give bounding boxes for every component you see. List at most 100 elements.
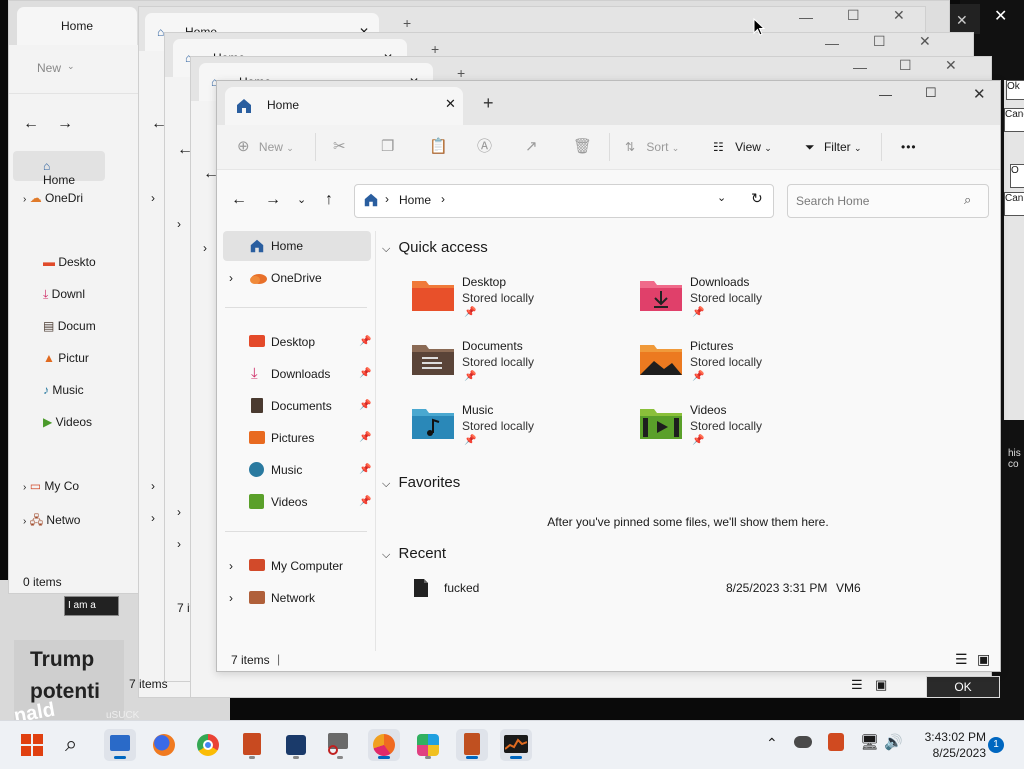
back-3-minimize-icon[interactable]: —: [825, 35, 839, 51]
breadcrumb-chevron-icon[interactable]: ›: [441, 192, 445, 206]
quick-access-item-pictures[interactable]: Pictures Stored locally 📌: [640, 335, 860, 395]
back-1-new-button[interactable]: New: [37, 61, 61, 75]
sidebar-item-documents[interactable]: Documents 📌: [223, 391, 371, 421]
recent-locations-icon[interactable]: ⌄: [297, 193, 306, 206]
new-button[interactable]: ⊕ New ⌄: [237, 137, 294, 157]
back-1-sidebar-home[interactable]: ⌂ Home: [43, 159, 75, 187]
quick-access-item-music[interactable]: Music Stored locally 📌: [412, 399, 632, 459]
refresh-icon[interactable]: ↻: [751, 190, 763, 207]
expand-chevron-icon[interactable]: ›: [229, 263, 233, 293]
sidebar-item-home[interactable]: Home: [223, 231, 371, 261]
up-icon[interactable]: ↑: [325, 191, 333, 209]
back-2-close-icon[interactable]: ✕: [893, 7, 905, 24]
sort-button[interactable]: ⇅ Sort ⌄: [625, 137, 679, 157]
pin-icon[interactable]: 📌: [359, 391, 371, 421]
sidebar-item-music[interactable]: Music 📌: [223, 455, 371, 485]
back-3-chevron-a[interactable]: ›: [177, 217, 181, 231]
back-4-tiles-view-icon[interactable]: ▣: [875, 677, 887, 693]
back-2-chevron-c[interactable]: ›: [151, 511, 155, 525]
sidebar-item-videos[interactable]: Videos 📌: [223, 487, 371, 517]
back-1-sidebar-desktop[interactable]: ▬ Deskto: [43, 255, 96, 269]
back-3-chevron-b[interactable]: ›: [177, 505, 181, 519]
view-button[interactable]: ☷ View ⌄: [713, 137, 772, 157]
dark-band-close-icon[interactable]: ✕: [956, 12, 968, 29]
maximize-icon[interactable]: ☐: [925, 85, 937, 101]
back-2-minimize-icon[interactable]: —: [799, 9, 813, 25]
right-ok-button[interactable]: Ok: [1006, 80, 1024, 100]
sidebar-item-downloads[interactable]: ⤓ Downloads 📌: [223, 359, 371, 389]
back-4-newtab-icon[interactable]: +: [457, 65, 465, 81]
back-1-sidebar-network[interactable]: › 🖧 Netwo: [23, 511, 80, 532]
delete-icon[interactable]: 🗑: [573, 137, 592, 157]
address-bar[interactable]: › Home › ⌄ ↻: [354, 184, 774, 218]
taskbar-edge[interactable]: [368, 729, 400, 761]
back-4-details-view-icon[interactable]: ☰: [851, 677, 863, 693]
back-2-maximize-icon[interactable]: ☐: [847, 7, 860, 24]
back-3-close-icon[interactable]: ✕: [919, 33, 931, 50]
back-4-maximize-icon[interactable]: ☐: [899, 57, 912, 74]
details-view-icon[interactable]: ☰: [955, 651, 968, 668]
pin-icon[interactable]: 📌: [359, 359, 371, 389]
taskbar-calculator[interactable]: [456, 729, 488, 761]
taskbar-firefox[interactable]: [148, 729, 180, 761]
quick-access-item-downloads[interactable]: Downloads Stored locally 📌: [640, 271, 860, 331]
start-button[interactable]: [16, 729, 48, 761]
taskbar-file-explorer[interactable]: [104, 729, 136, 761]
dialog-ok-button[interactable]: OK: [926, 676, 1000, 698]
top-right-close-icon[interactable]: ✕: [994, 6, 1007, 26]
recent-header[interactable]: ⌵ Recent: [382, 545, 446, 562]
cut-icon[interactable]: ✂: [333, 137, 346, 157]
paste-icon[interactable]: 📋: [429, 137, 448, 157]
share-icon[interactable]: ↗: [525, 137, 538, 157]
search-input[interactable]: Search Home: [796, 194, 869, 208]
back-1-sidebar-onedrive[interactable]: › ☁ OneDri: [23, 191, 83, 205]
main-tab-close-icon[interactable]: ✕: [445, 96, 456, 112]
back-1-sidebar-downloads[interactable]: ⤓ Downl: [43, 287, 85, 302]
quick-access-item-desktop[interactable]: Desktop Stored locally 📌: [412, 271, 632, 331]
back-2-newtab-icon[interactable]: +: [403, 15, 411, 31]
security-tray-icon[interactable]: [828, 733, 844, 751]
taskbar-paint[interactable]: [412, 729, 444, 761]
pin-icon[interactable]: 📌: [359, 487, 371, 517]
back-icon[interactable]: ←: [231, 191, 247, 209]
back-1-back-icon[interactable]: ←: [23, 115, 39, 133]
quick-access-item-documents[interactable]: Documents Stored locally 📌: [412, 335, 632, 395]
notification-badge[interactable]: 1: [988, 737, 1004, 753]
back-4-minimize-icon[interactable]: —: [853, 59, 867, 75]
back-1-sidebar-pictures[interactable]: ▲ Pictur: [43, 351, 89, 365]
search-button[interactable]: ⌕: [60, 729, 92, 761]
forward-icon[interactable]: →: [265, 191, 281, 209]
quick-access-item-videos[interactable]: Videos Stored locally 📌: [640, 399, 860, 459]
sidebar-item-onedrive[interactable]: › OneDrive: [223, 263, 371, 293]
taskbar-media-player[interactable]: [280, 729, 312, 761]
right-can-button[interactable]: Can: [1004, 192, 1024, 216]
right-cancel-button[interactable]: Canc: [1004, 108, 1024, 132]
back-2-chevron-a[interactable]: ›: [151, 191, 155, 205]
tooltip-input[interactable]: I am a: [64, 596, 119, 616]
sidebar-item-pictures[interactable]: Pictures 📌: [223, 423, 371, 453]
recent-file-row[interactable]: fucked 8/25/2023 3:31 PM VM6: [406, 575, 986, 601]
pin-icon[interactable]: 📌: [359, 327, 371, 357]
expand-chevron-icon[interactable]: ›: [229, 551, 233, 581]
pin-icon[interactable]: 📌: [359, 455, 371, 485]
back-1-sidebar-mycomputer[interactable]: › ▭ My Co: [23, 479, 79, 493]
more-options-button[interactable]: •••: [901, 137, 917, 157]
taskbar-chrome[interactable]: [192, 729, 224, 761]
search-box[interactable]: Search Home ⌕: [787, 184, 989, 218]
back-4-close-icon[interactable]: ✕: [945, 57, 957, 74]
taskbar-notepad[interactable]: [236, 729, 268, 761]
expand-chevron-icon[interactable]: ›: [229, 583, 233, 613]
breadcrumb-home[interactable]: Home: [399, 193, 431, 207]
taskbar-magnifier[interactable]: [324, 729, 356, 761]
back-4-chevron-a[interactable]: ›: [203, 241, 207, 255]
back-1-sidebar-music[interactable]: ♪ Music: [43, 383, 84, 397]
taskbar-task-manager[interactable]: [500, 729, 532, 761]
copy-icon[interactable]: ❐: [381, 137, 394, 157]
onedrive-tray-icon[interactable]: [794, 736, 812, 748]
sidebar-item-desktop[interactable]: Desktop 📌: [223, 327, 371, 357]
back-1-sidebar-videos[interactable]: ▶ Videos: [43, 415, 92, 429]
back-1-sidebar-documents[interactable]: ▤ Docum: [43, 319, 96, 333]
pin-icon[interactable]: 📌: [359, 423, 371, 453]
close-icon[interactable]: ✕: [973, 85, 986, 103]
tray-overflow-icon[interactable]: ⌃: [766, 735, 778, 752]
